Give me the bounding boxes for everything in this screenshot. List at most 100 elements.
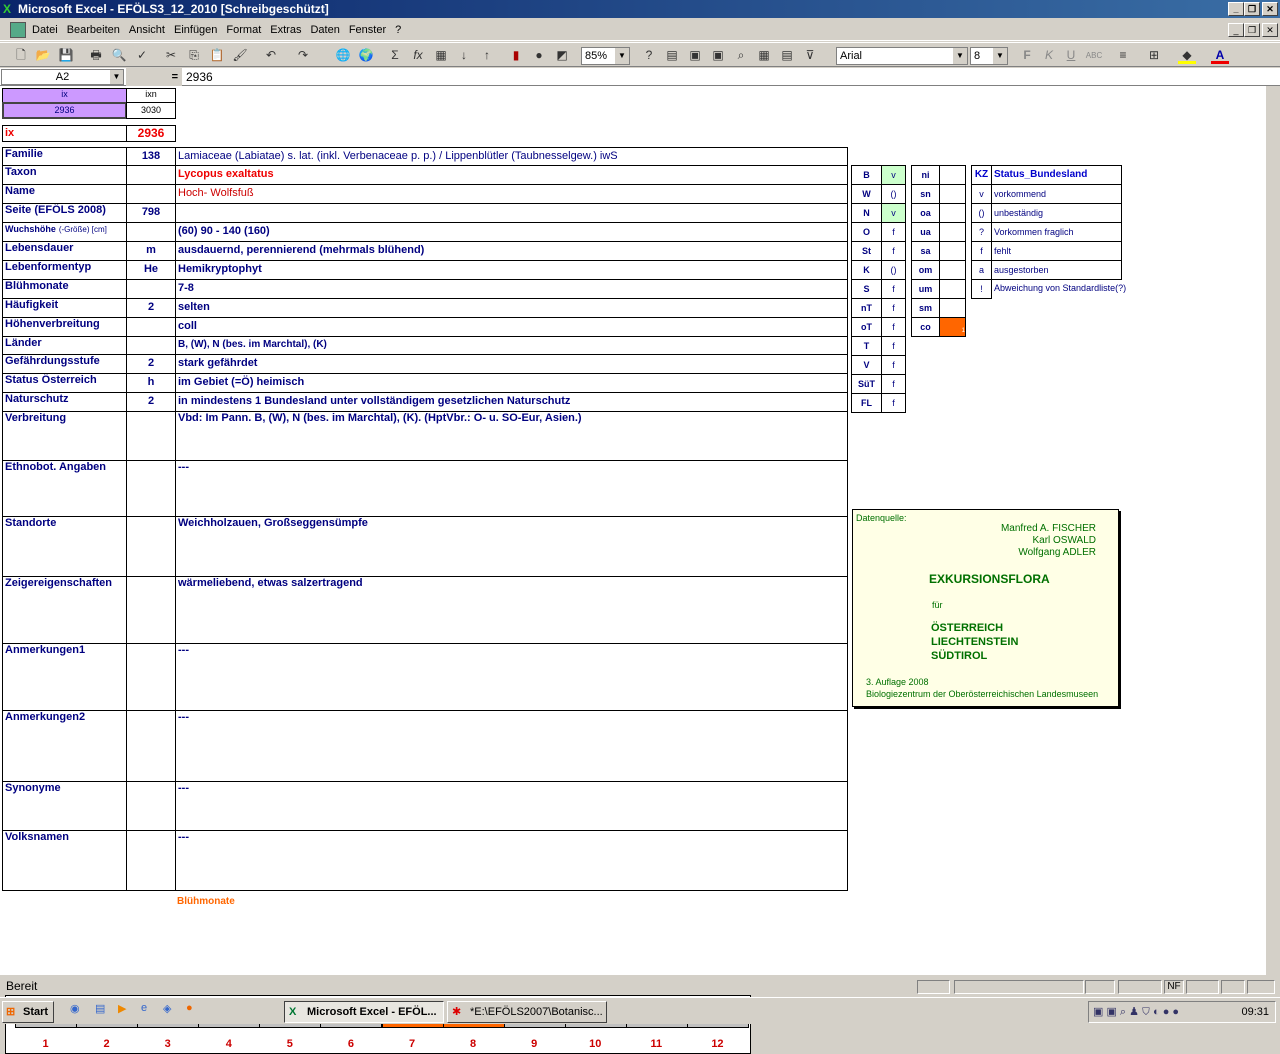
calculator-icon[interactable]: ▤ bbox=[778, 47, 796, 64]
row-code[interactable]: 2 bbox=[126, 354, 176, 374]
row-value[interactable]: Hemikryptophyt bbox=[175, 260, 848, 280]
bundesland-status[interactable]: () bbox=[881, 260, 906, 280]
hoehenstufe-value[interactable] bbox=[939, 165, 966, 185]
workbook-icon[interactable] bbox=[10, 22, 26, 38]
row-code[interactable] bbox=[126, 576, 176, 644]
row-value[interactable]: --- bbox=[175, 830, 848, 891]
formula-input[interactable]: 2936 bbox=[186, 68, 213, 86]
taskbar-botanisc[interactable]: ✱ *E:\EFÖLS2007\Botanisc... bbox=[447, 1001, 607, 1023]
font-combo[interactable]: Arial ▼ bbox=[836, 47, 968, 65]
fill-color-icon[interactable]: ◆ bbox=[1178, 47, 1196, 64]
sort-desc-icon[interactable]: ↑ bbox=[478, 47, 496, 64]
row-code[interactable]: 798 bbox=[126, 203, 176, 223]
quicklaunch-icon[interactable]: ◉ bbox=[70, 1002, 80, 1015]
close-button[interactable]: ✕ bbox=[1262, 2, 1278, 16]
bundesland-status[interactable]: f bbox=[881, 374, 906, 394]
row-value[interactable]: 7-8 bbox=[175, 279, 848, 299]
autofilter-icon[interactable]: ⊽ bbox=[801, 47, 819, 64]
menu-item[interactable]: Einfügen bbox=[174, 19, 217, 41]
row-code[interactable]: h bbox=[126, 373, 176, 393]
row-value[interactable]: in mindestens 1 Bundesland unter vollstä… bbox=[175, 392, 848, 412]
wb-minimize-button[interactable]: _ bbox=[1228, 23, 1244, 37]
row-code[interactable] bbox=[126, 336, 176, 355]
hoehenstufe-value[interactable] bbox=[939, 222, 966, 242]
row-code[interactable] bbox=[126, 184, 176, 204]
row-value[interactable]: selten bbox=[175, 298, 848, 318]
open-icon[interactable]: 📂 bbox=[34, 47, 52, 64]
help-icon[interactable]: ? bbox=[640, 47, 658, 64]
row-code[interactable] bbox=[126, 830, 176, 891]
row-code[interactable] bbox=[126, 317, 176, 337]
bundesland-status[interactable]: f bbox=[881, 393, 906, 413]
bundesland-status[interactable]: f bbox=[881, 241, 906, 261]
row-code[interactable]: 2 bbox=[126, 298, 176, 318]
grid-icon[interactable]: ▦ bbox=[755, 47, 773, 64]
row-code[interactable]: m bbox=[126, 241, 176, 261]
row-code[interactable]: He bbox=[126, 260, 176, 280]
row-code[interactable] bbox=[126, 279, 176, 299]
row-value[interactable]: --- bbox=[175, 781, 848, 831]
quicklaunch-icon[interactable]: ◈ bbox=[163, 1002, 171, 1015]
menu-item[interactable]: Format bbox=[226, 19, 261, 41]
bundesland-status[interactable]: () bbox=[881, 184, 906, 204]
row-code[interactable] bbox=[126, 460, 176, 517]
worksheet[interactable]: ix ixn 2936 3030 ix 2936 Familie 138 Lamia… bbox=[0, 86, 1280, 1054]
row-code[interactable] bbox=[126, 165, 176, 185]
zoom-combo[interactable]: 85% ▼ bbox=[581, 47, 630, 65]
wb-close-button[interactable]: ✕ bbox=[1262, 23, 1278, 37]
tray-icons[interactable]: ▣ ▣ ⌕ ♟ ⛉ ◐ ● ● bbox=[1093, 1005, 1179, 1019]
bundesland-status[interactable]: f bbox=[881, 317, 906, 337]
start-button[interactable]: ⊞ Start bbox=[2, 1001, 54, 1023]
row-value[interactable]: Lamiaceae (Labiatae) s. lat. (inkl. Verb… bbox=[175, 147, 848, 166]
row-code[interactable] bbox=[126, 710, 176, 782]
row-value[interactable]: --- bbox=[175, 460, 848, 517]
hoehenstufe-value[interactable] bbox=[939, 241, 966, 261]
name-box[interactable]: A2 ▼ bbox=[1, 69, 124, 85]
row-code[interactable] bbox=[126, 643, 176, 711]
row-value[interactable]: Hoch- Wolfsfuß bbox=[175, 184, 848, 204]
ixn-value-cell[interactable]: 3030 bbox=[126, 102, 176, 119]
copy-icon[interactable]: ⎘ bbox=[185, 47, 203, 64]
underline-icon[interactable]: U bbox=[1062, 47, 1080, 64]
hoehenstufe-value[interactable] bbox=[939, 279, 966, 299]
menu-item[interactable]: ? bbox=[395, 19, 401, 41]
undo-icon[interactable]: ↶ bbox=[262, 47, 280, 64]
print-icon[interactable]: 🖶 bbox=[87, 47, 105, 64]
hoehenstufe-value[interactable] bbox=[939, 298, 966, 318]
row-value[interactable]: coll bbox=[175, 317, 848, 337]
spellcheck-icon[interactable]: ✓ bbox=[133, 47, 151, 64]
font-color-icon[interactable]: A bbox=[1211, 47, 1229, 64]
form-icon[interactable]: ▤ bbox=[663, 47, 681, 64]
map-icon[interactable]: ● bbox=[530, 47, 548, 64]
italic-icon[interactable]: K bbox=[1040, 47, 1058, 64]
find-icon[interactable]: ⌕ bbox=[732, 47, 750, 64]
row-value[interactable]: B, (W), N (bes. im Marchtal), (K) bbox=[175, 336, 848, 355]
print-preview-icon[interactable]: 🔍 bbox=[110, 47, 128, 64]
firefox-icon[interactable]: ● bbox=[186, 1002, 193, 1014]
calendar2-icon[interactable]: ▣ bbox=[709, 47, 727, 64]
row-code[interactable] bbox=[126, 516, 176, 577]
drawing-icon[interactable]: ◩ bbox=[553, 47, 571, 64]
row-value[interactable]: (60) 90 - 140 (160) bbox=[175, 222, 848, 242]
row-value[interactable]: Lycopus exaltatus bbox=[175, 165, 848, 185]
wb-restore-button[interactable]: ❐ bbox=[1244, 23, 1260, 37]
strikethrough-icon[interactable]: ABC bbox=[1085, 47, 1103, 64]
row-value[interactable]: stark gefährdet bbox=[175, 354, 848, 374]
menu-item[interactable]: Extras bbox=[270, 19, 301, 41]
row-code[interactable]: 138 bbox=[126, 147, 176, 166]
row-value[interactable]: wärmeliebend, etwas salzertragend bbox=[175, 576, 848, 644]
row-code[interactable]: 2 bbox=[126, 392, 176, 412]
bundesland-status[interactable]: f bbox=[881, 336, 906, 356]
row-value[interactable]: im Gebiet (=Ö) heimisch bbox=[175, 373, 848, 393]
bundesland-status[interactable]: f bbox=[881, 279, 906, 299]
media-player-icon[interactable]: ▶ bbox=[118, 1002, 126, 1015]
save-icon[interactable]: 💾 bbox=[57, 47, 75, 64]
row-value[interactable]: Vbd: Im Pann. B, (W), N (bes. im Marchta… bbox=[175, 411, 848, 461]
row-code[interactable] bbox=[126, 411, 176, 461]
ix-header[interactable]: ix bbox=[2, 88, 127, 103]
menu-item[interactable]: Daten bbox=[310, 19, 339, 41]
ix-value-cell[interactable]: 2936 bbox=[2, 102, 127, 119]
quicklaunch-icon[interactable]: ▤ bbox=[95, 1002, 105, 1015]
font-size-combo[interactable]: 8 ▼ bbox=[970, 47, 1008, 65]
bold-icon[interactable]: F bbox=[1018, 47, 1036, 64]
